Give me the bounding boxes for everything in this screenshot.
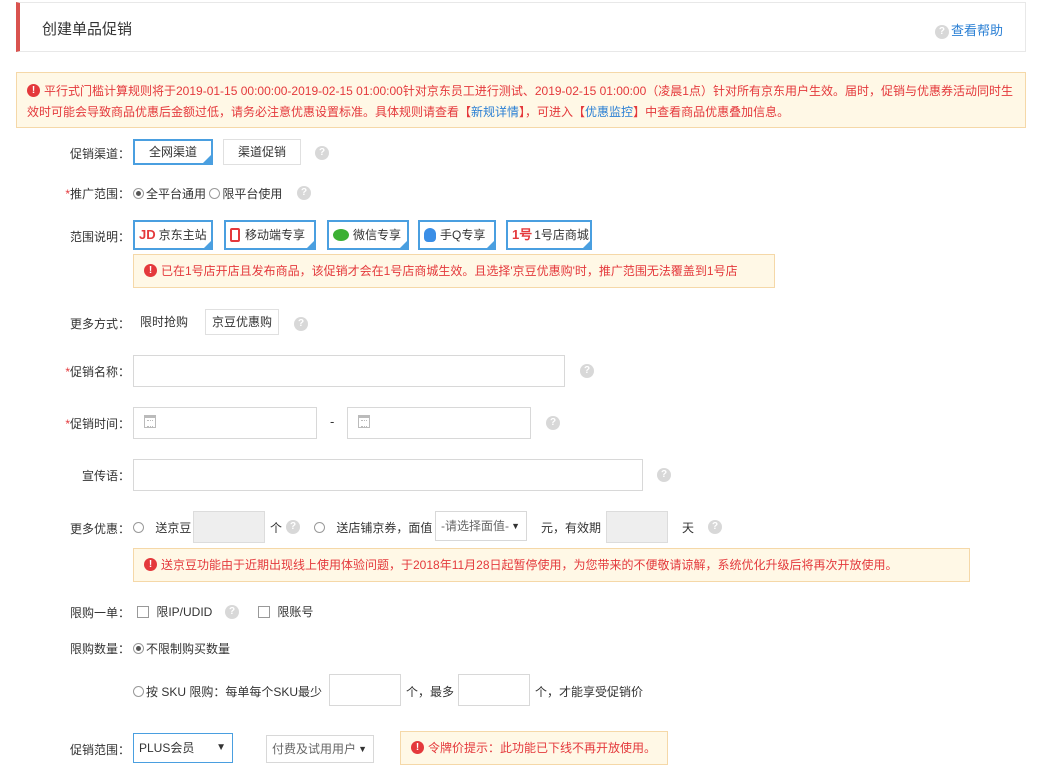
limit-account-checkbox[interactable] <box>258 605 270 618</box>
platform-label: 范围说明： <box>69 230 130 244</box>
platform-yhd[interactable]: 1号 1号店商城 <box>506 220 592 250</box>
promo-name-input[interactable] <box>133 355 565 387</box>
slogan-input[interactable] <box>133 459 643 491</box>
channel-help-icon[interactable]: ? <box>315 146 329 160</box>
methods-help-icon[interactable]: ? <box>294 317 308 331</box>
limit-one-label: 限购一单： <box>69 606 130 620</box>
bean-unit: 个 <box>270 521 283 535</box>
validity-help-icon[interactable]: ? <box>708 520 722 534</box>
coupon-value-select[interactable]: -请选择面值- ▼ <box>435 511 527 541</box>
yhd-logo-icon: 1号 <box>512 227 533 242</box>
time-separator: - <box>330 414 335 429</box>
limit-ip-help-icon[interactable]: ? <box>225 605 239 619</box>
platform-qq[interactable]: 手Q专享 <box>418 220 496 250</box>
page-header: 创建单品促销 ? 查看帮助 <box>16 2 1026 52</box>
name-help-icon[interactable]: ? <box>580 364 594 378</box>
member-select[interactable]: PLUS会员 ▼ <box>133 733 233 763</box>
validity-days-input[interactable] <box>606 511 668 543</box>
scope-limited-radio[interactable] <box>209 188 221 200</box>
help-link[interactable]: ? 查看帮助 <box>934 20 1003 39</box>
limit-ip-checkbox[interactable] <box>137 605 149 618</box>
send-bean-radio[interactable] <box>133 522 144 534</box>
name-label: *促销名称： <box>65 365 130 379</box>
unlimited-wrap: 不限制购买数量 <box>133 640 230 657</box>
send-bean-radio-wrap: 送京豆 <box>133 519 191 536</box>
promo-scope-label: 促销范围： <box>69 743 130 757</box>
send-coupon-radio[interactable] <box>314 522 325 534</box>
channel-promo-button[interactable]: 渠道促销 <box>223 139 301 165</box>
error-icon: ! <box>27 84 40 98</box>
scope-radio-group: 全平台通用 限平台使用 <box>133 185 282 202</box>
question-icon: ? <box>934 24 949 39</box>
new-rules-link[interactable]: 新规详情 <box>471 105 519 119</box>
caret-down-icon: ▼ <box>358 744 367 754</box>
platform-mobile[interactable]: 移动端专享 <box>224 220 316 250</box>
sku-max-input[interactable] <box>458 674 530 706</box>
bean-help-icon[interactable]: ? <box>286 520 300 534</box>
error-icon: ! <box>144 264 157 278</box>
slogan-label: 宣传语： <box>81 469 130 483</box>
platform-warning: ! 已在1号店开店且发布商品，该促销才会在1号店商城生效。且选择'京豆优惠购'时，… <box>133 254 775 288</box>
more-discount-label: 更多优惠： <box>69 522 130 536</box>
platform-wechat[interactable]: 微信专享 <box>327 220 409 250</box>
calendar-icon <box>358 415 370 428</box>
scope-label: *推广范围： <box>65 187 130 201</box>
calendar-icon <box>144 415 156 428</box>
qq-icon <box>424 227 436 242</box>
limit-account-wrap: 限账号 <box>258 603 313 620</box>
bean-count-input[interactable] <box>193 511 265 543</box>
user-type-select[interactable]: 付费及试用用户 ▼ <box>266 735 374 763</box>
end-time-input[interactable] <box>347 407 531 439</box>
by-sku-radio[interactable] <box>133 686 144 698</box>
caret-down-icon: ▼ <box>511 521 520 531</box>
jd-logo-icon: JD <box>139 227 156 242</box>
by-sku-wrap: 按 SKU 限购：每单每个SKU最少 <box>133 683 322 700</box>
unlimited-radio[interactable] <box>133 643 144 655</box>
jd-bean-option[interactable]: 京豆优惠购 <box>205 309 279 335</box>
slogan-help-icon[interactable]: ? <box>657 468 671 482</box>
scope-all-radio[interactable] <box>133 188 144 200</box>
page-title: 创建单品促销 <box>42 21 133 38</box>
rule-notice: ! 平行式门槛计算规则将于2019-01-15 00:00:00-2019-02-… <box>16 72 1026 128</box>
scope-help-icon[interactable]: ? <box>297 186 311 200</box>
limit-ip-wrap: 限IP/UDID <box>137 603 212 620</box>
error-icon: ! <box>144 558 157 572</box>
sku-min-unit: 个，最多 <box>406 685 455 699</box>
start-time-input[interactable] <box>133 407 317 439</box>
time-label: *促销时间： <box>65 417 130 431</box>
error-icon: ! <box>411 741 424 755</box>
time-help-icon[interactable]: ? <box>546 416 560 430</box>
wechat-icon <box>333 228 349 241</box>
send-coupon-wrap: 送店铺京券，面值 <box>314 519 432 536</box>
channel-all-button[interactable]: 全网渠道 <box>133 139 213 165</box>
validity-label: 元，有效期 <box>541 521 602 535</box>
more-methods-label: 更多方式： <box>69 317 130 331</box>
platform-jd-main[interactable]: JD 京东主站 <box>133 220 213 250</box>
caret-down-icon: ▼ <box>216 742 226 753</box>
flash-sale-option[interactable]: 限时抢购 <box>133 309 195 335</box>
mobile-icon <box>230 227 240 242</box>
sku-max-unit: 个，才能享受促销价 <box>535 685 644 699</box>
bean-warning: ! 送京豆功能由于近期出现线上使用体验问题，于2018年11月28日起暂停使用，为… <box>133 548 970 582</box>
token-price-tip: ! 令牌价提示：此功能已下线不再开放使用。 <box>400 731 668 765</box>
discount-monitor-link[interactable]: 优惠监控 <box>585 105 633 119</box>
day-unit: 天 <box>682 521 695 535</box>
limit-qty-label: 限购数量： <box>69 642 130 656</box>
channel-label: 促销渠道： <box>69 147 130 161</box>
sku-min-input[interactable] <box>329 674 401 706</box>
